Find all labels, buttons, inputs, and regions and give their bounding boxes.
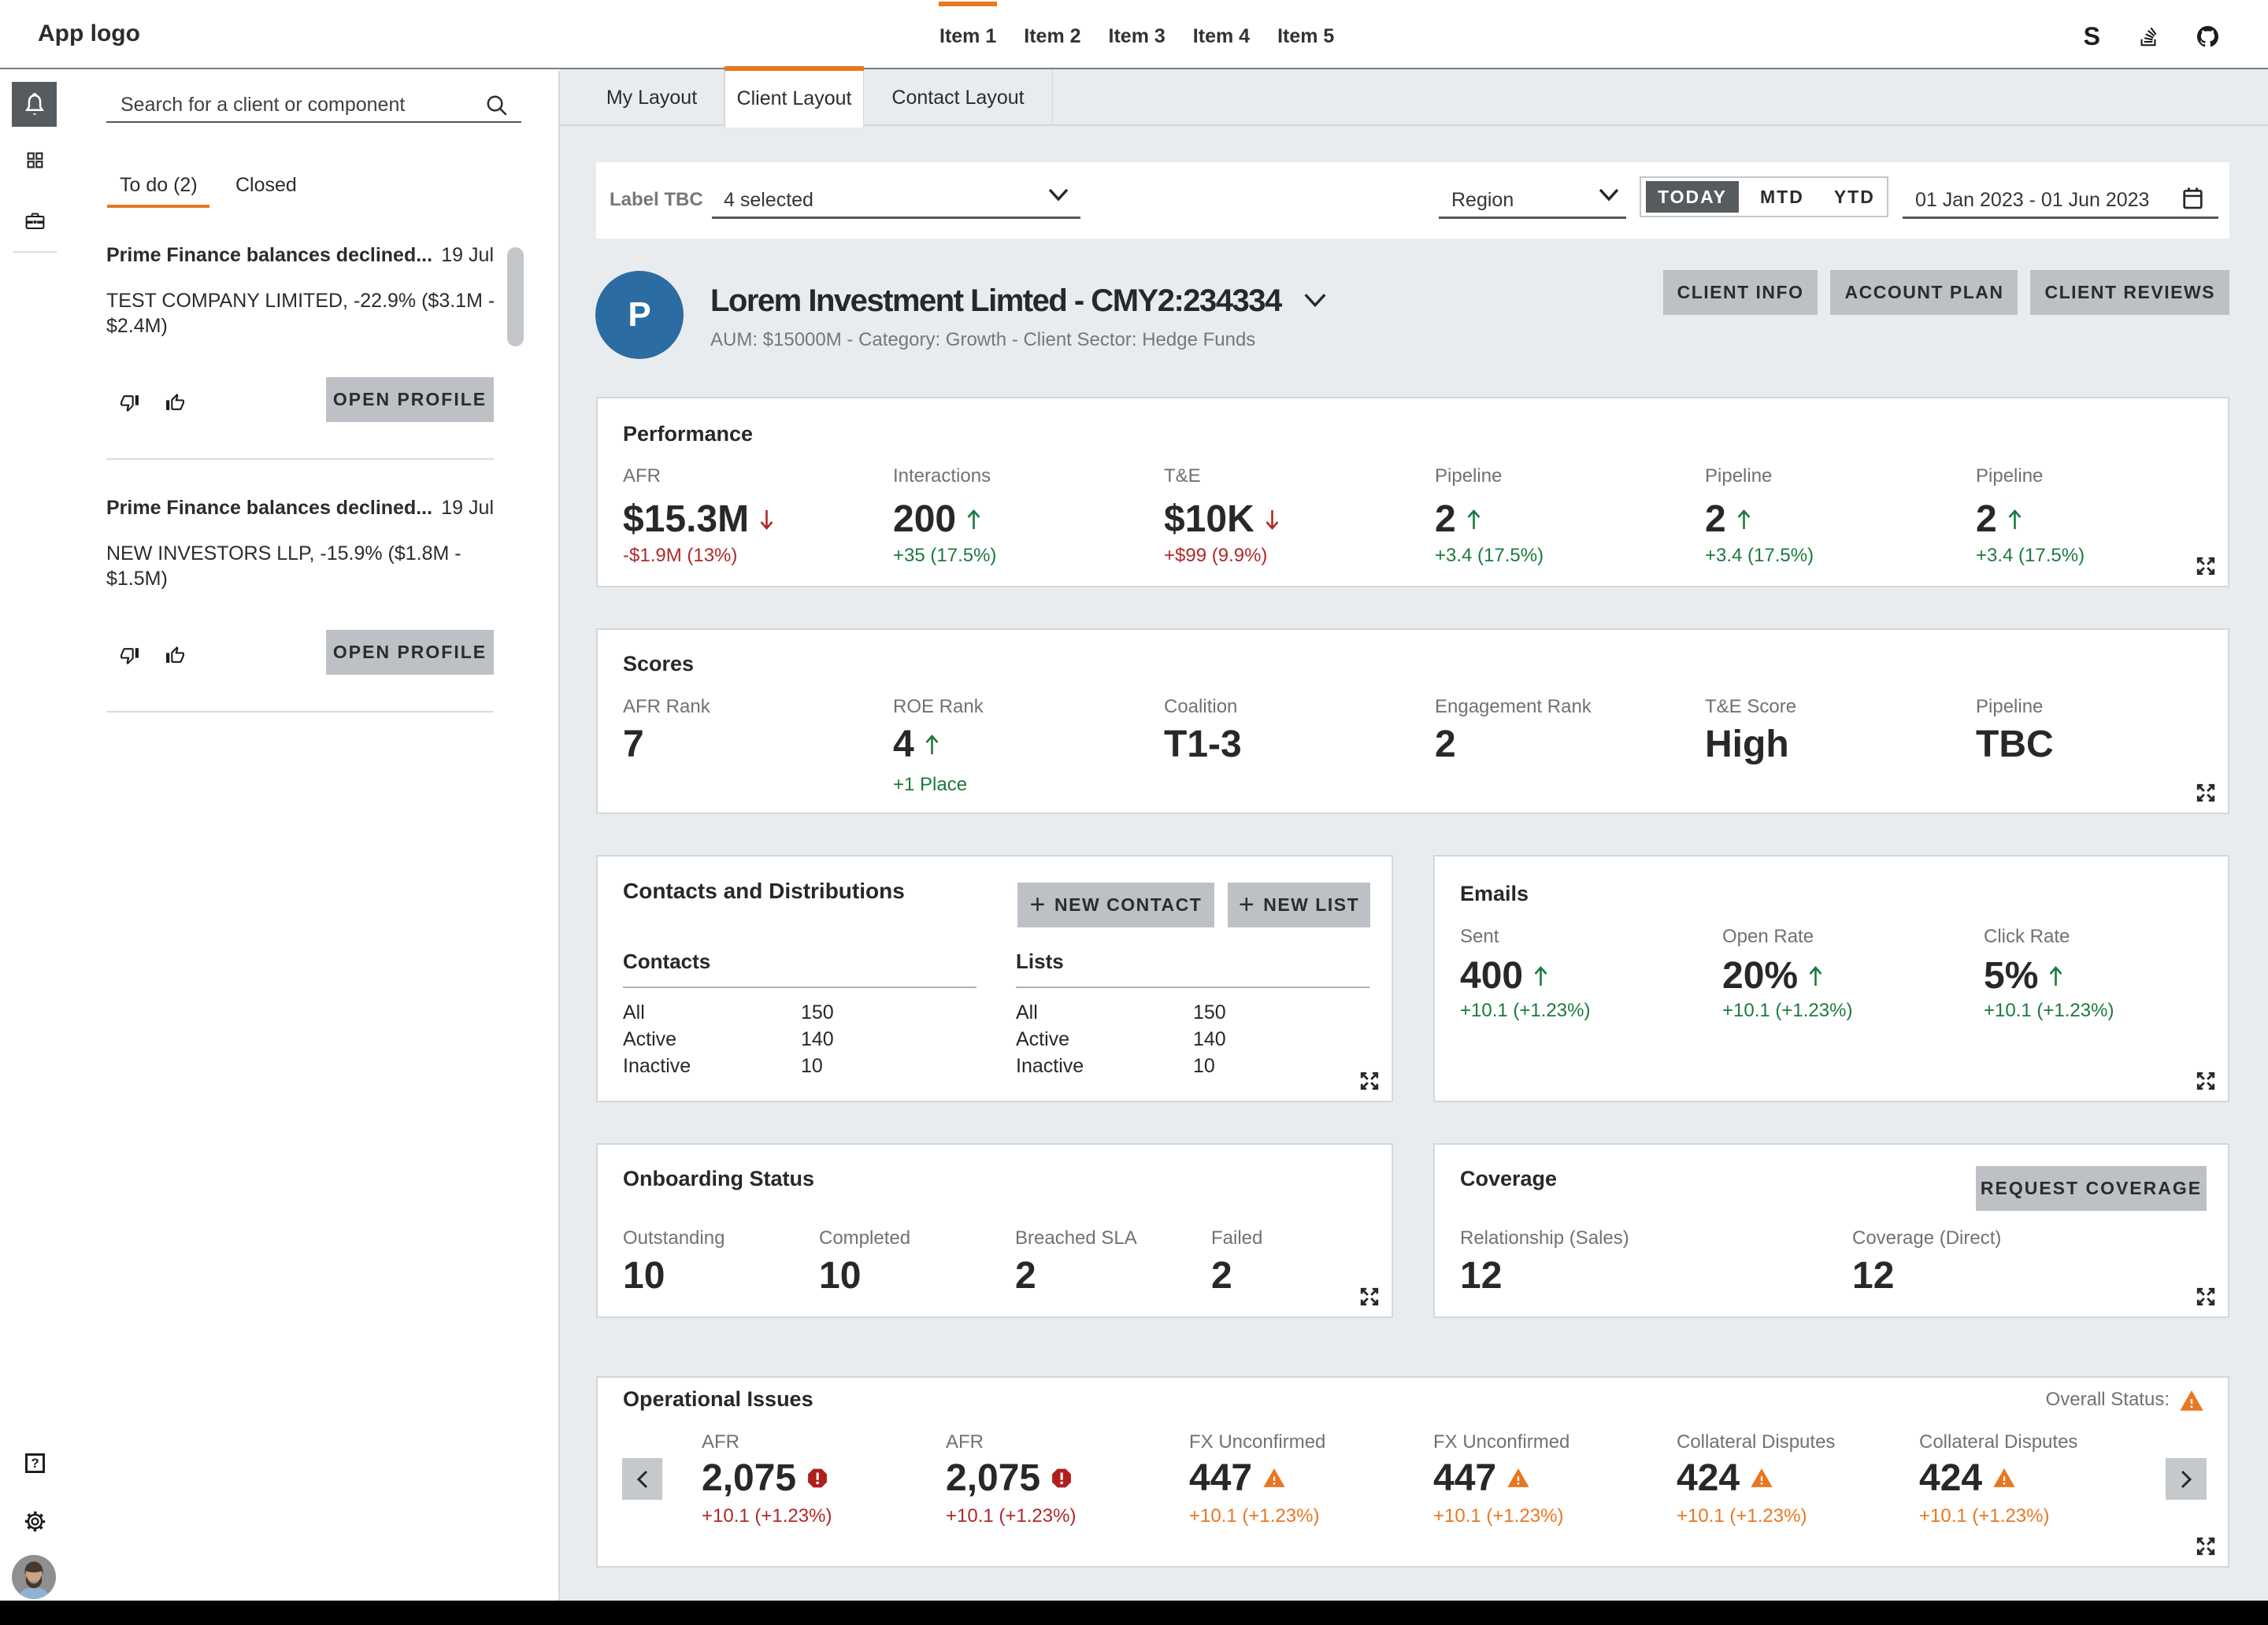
svg-text:?: ? bbox=[31, 1456, 39, 1471]
